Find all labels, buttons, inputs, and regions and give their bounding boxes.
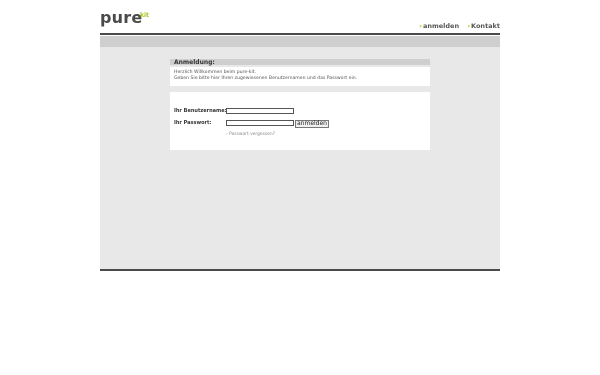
nav-item-anmelden[interactable]: ›anmelden	[419, 22, 459, 30]
logo-wordmark: pure	[100, 8, 143, 27]
intro-text: Herzlich Willkommen beim pure-kit. Geben…	[170, 67, 430, 86]
page-wrapper: pure kit ›anmelden ›Kontakt Anmeldung: H…	[100, 0, 500, 375]
password-field[interactable]	[226, 120, 294, 126]
nav-label: Kontakt	[471, 22, 500, 30]
footer-divider	[100, 269, 500, 271]
logo[interactable]: pure kit	[100, 8, 149, 32]
username-label: Ihr Benutzername:	[174, 108, 227, 114]
nav-label: anmelden	[422, 22, 460, 30]
header-divider	[100, 33, 500, 35]
login-button[interactable]: anmelden	[295, 120, 329, 128]
logo-superscript: kit	[140, 12, 149, 19]
login-form: Ihr Benutzername: Ihr Passwort: anmelden…	[170, 92, 430, 150]
nav-item-kontakt[interactable]: ›Kontakt	[467, 22, 500, 30]
intro-line-2: Geben Sie bitte hier Ihren zugewiesenen …	[174, 76, 358, 81]
subnav-bar	[100, 36, 500, 47]
chevron-right-icon: ›	[419, 22, 422, 30]
forgot-password-link[interactable]: › Passwort vergessen?	[226, 132, 275, 137]
login-title: Anmeldung:	[170, 59, 430, 66]
chevron-right-icon: ›	[467, 22, 471, 30]
username-field[interactable]	[226, 108, 294, 114]
password-label: Ihr Passwort:	[174, 120, 212, 126]
top-nav: ›anmelden ›Kontakt	[413, 22, 500, 30]
